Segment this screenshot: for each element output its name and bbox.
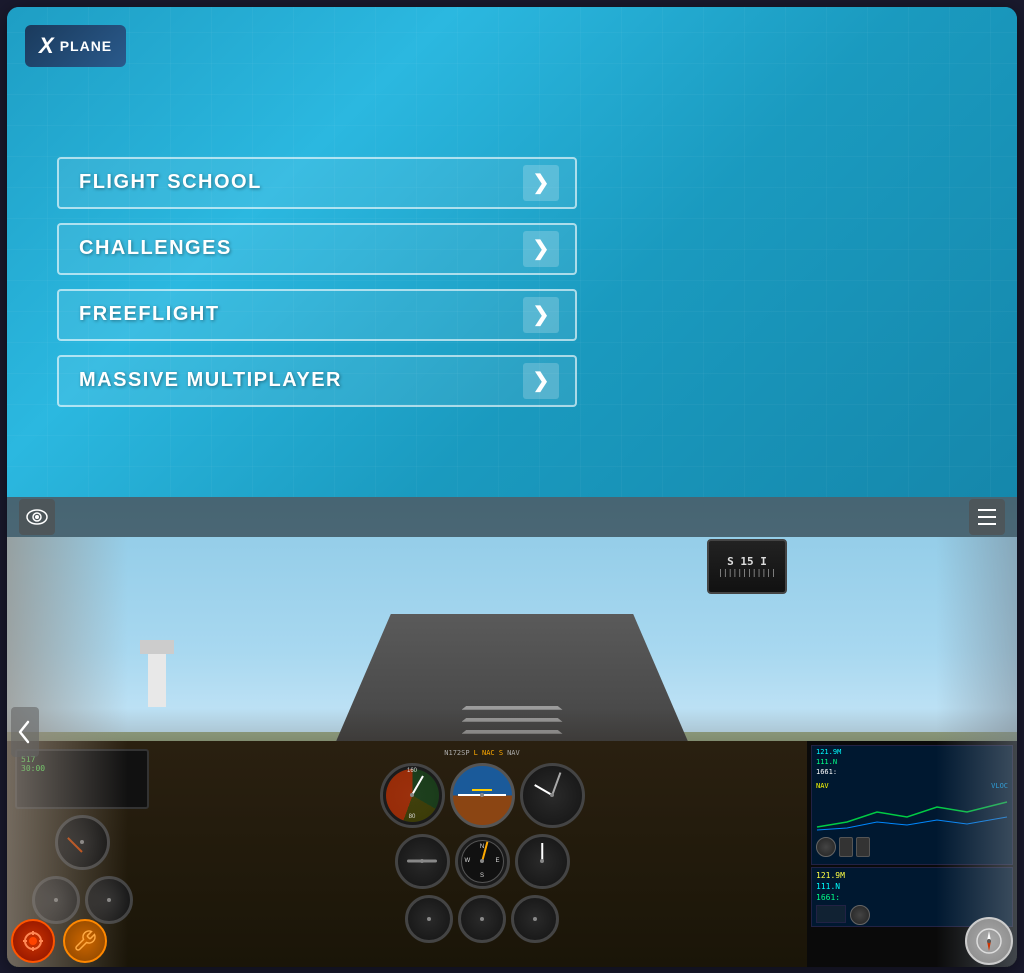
gps-knob-1[interactable] (816, 837, 836, 857)
heading-indicator: N S W E (455, 834, 510, 889)
gps-vloc-label: VLOC (991, 781, 1008, 792)
flight-school-arrow: ❯ (523, 165, 559, 201)
nav-bar-top (7, 497, 1017, 537)
settings-button[interactable] (63, 919, 107, 963)
ham-line-2 (978, 516, 996, 518)
wrench-icon (73, 929, 97, 953)
compass-icon (975, 927, 1003, 955)
gps-line-1: 121.9M (816, 748, 1008, 758)
arrow-chevron-icon-2: ❯ (533, 236, 550, 261)
main-gauge-row: 160 80 (165, 763, 799, 828)
eye-button[interactable] (19, 499, 55, 535)
chevron-left-icon (18, 720, 32, 744)
simulator-panel: 517 30:00 (7, 497, 1017, 967)
freeflight-button[interactable]: FREEFLIGHT ❯ (57, 289, 577, 341)
left-dial-row (15, 815, 149, 870)
gps-line-2: 111.N (816, 758, 1008, 768)
turn-coordinator (395, 834, 450, 889)
multiplayer-label: MASSIVE MULTIPLAYER (79, 369, 342, 392)
small-dial-2 (85, 876, 133, 924)
gps-line-3: 1661: (816, 768, 1008, 778)
gps-nav-label: NAV (816, 781, 829, 792)
compass-display: S 15 I |||||||||||| (718, 555, 776, 577)
airspeed-indicator: 160 80 (380, 763, 445, 828)
vsi (515, 834, 570, 889)
ham-line-1 (978, 509, 996, 511)
challenges-arrow: ❯ (523, 231, 559, 267)
arrow-chevron-icon: ❯ (533, 170, 550, 195)
attitude-indicator (450, 763, 515, 828)
mfd-freq-2: 111.N (816, 881, 1008, 892)
compass-button[interactable] (965, 917, 1013, 965)
label-row: N172SP L NAC S NAV (165, 749, 799, 757)
menu-panel: X PLANE FLIGHT SCHOOL ❯ CHALLENGES ❯ FRE… (7, 7, 1017, 497)
scroll-left-button[interactable] (11, 707, 39, 757)
hamburger-menu-button[interactable] (969, 499, 1005, 535)
logo-plane-text: PLANE (60, 38, 112, 54)
mfd-freq-1: 121.9M (816, 870, 1008, 881)
altimeter (520, 763, 585, 828)
main-menu: FLIGHT SCHOOL ❯ CHALLENGES ❯ FREEFLIGHT … (57, 157, 967, 407)
arrow-chevron-icon-3: ❯ (533, 302, 550, 327)
eye-icon (26, 509, 48, 525)
small-dial-1 (32, 876, 80, 924)
gps-mfd-screen: 121.9M 111.N 1661: NAV VLOC (811, 745, 1013, 865)
engine-button[interactable] (11, 919, 55, 963)
control-tower (148, 652, 166, 707)
gps-button-2[interactable] (856, 837, 870, 857)
flight-school-button[interactable]: FLIGHT SCHOOL ❯ (57, 157, 577, 209)
tower-top (140, 640, 174, 654)
freeflight-label: FREEFLIGHT (79, 303, 220, 326)
multiplayer-button[interactable]: MASSIVE MULTIPLAYER ❯ (57, 355, 577, 407)
multiplayer-arrow: ❯ (523, 363, 559, 399)
freeflight-arrow: ❯ (523, 297, 559, 333)
challenges-button[interactable]: CHALLENGES ❯ (57, 223, 577, 275)
challenges-label: CHALLENGES (79, 237, 232, 260)
gps-controls (816, 837, 1008, 857)
second-gauge-row: N S W E (165, 834, 799, 889)
bottom-toolbar (11, 919, 1013, 963)
flight-school-label: FLIGHT SCHOOL (79, 171, 262, 194)
logo-x-letter: X (39, 33, 54, 59)
left-round-dial (15, 876, 149, 924)
fuel-dial (55, 815, 110, 870)
app-container: X PLANE FLIGHT SCHOOL ❯ CHALLENGES ❯ FRE… (7, 7, 1017, 967)
ham-line-3 (978, 523, 996, 525)
engine-icon (21, 929, 45, 953)
sim-scene: 517 30:00 (7, 497, 1017, 967)
mfd-alt: 1661: (816, 892, 1008, 903)
stack-gauge: 517 30:00 (15, 749, 149, 809)
gps-button-1[interactable] (839, 837, 853, 857)
compass-device: S 15 I |||||||||||| (707, 539, 787, 594)
arrow-chevron-icon-4: ❯ (533, 368, 550, 393)
app-logo: X PLANE (25, 25, 126, 67)
gps-chart (816, 792, 1008, 832)
